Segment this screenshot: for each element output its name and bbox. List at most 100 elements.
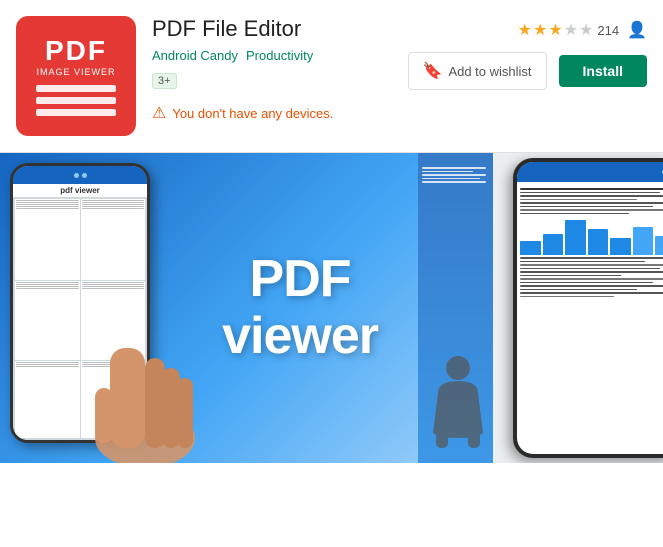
wishlist-button[interactable]: 🔖 Add to wishlist xyxy=(408,52,547,90)
pdf-line xyxy=(82,206,145,207)
pdf-page-5 xyxy=(15,361,80,438)
pdf-line xyxy=(82,208,145,209)
pdf-overlay-line1: PDF xyxy=(222,251,378,308)
app-icon-subtitle: IMAGE VIEWER xyxy=(36,67,115,77)
content-line xyxy=(520,213,629,215)
pdf-line xyxy=(82,204,145,205)
pdf-line xyxy=(16,282,79,283)
content-line xyxy=(520,296,614,298)
app-icon-line-3 xyxy=(36,109,116,116)
content-line xyxy=(422,181,486,183)
person-silhouette-icon xyxy=(428,353,488,453)
screenshot-left[interactable]: pdf viewer xyxy=(0,153,418,463)
stars: ★ ★ ★ ★ ★ xyxy=(518,20,594,40)
bar-3 xyxy=(565,220,586,255)
content-line xyxy=(520,202,663,204)
content-line xyxy=(520,289,637,291)
content-line xyxy=(520,268,660,270)
content-line xyxy=(520,275,621,277)
content-line xyxy=(422,174,486,176)
bar-1 xyxy=(520,241,541,255)
pdf-line xyxy=(16,206,79,207)
content-line xyxy=(520,257,663,259)
phone-top-bar xyxy=(13,166,147,184)
warning-icon: ⚠ xyxy=(152,103,166,123)
left-content-column xyxy=(418,161,490,189)
phone-right-top-bar xyxy=(517,162,663,182)
star-3: ★ xyxy=(548,20,562,40)
star-2: ★ xyxy=(533,20,547,40)
app-info: PDF File Editor Android Candy Productivi… xyxy=(136,16,408,136)
pdf-line xyxy=(16,366,79,367)
warning-row: ⚠ You don't have any devices. xyxy=(152,103,392,123)
content-line xyxy=(520,199,637,201)
rating-section: ★ ★ ★ ★ ★ 214 👤 🔖 Add to wishlist Instal… xyxy=(408,16,647,136)
app-title: PDF File Editor xyxy=(152,16,392,42)
star-1: ★ xyxy=(518,20,532,40)
pdf-line xyxy=(16,202,79,203)
app-category-link[interactable]: Productivity xyxy=(246,48,313,63)
pdf-line xyxy=(16,288,79,289)
pdf-viewer-screen-label: pdf viewer xyxy=(13,184,147,197)
content-line xyxy=(422,178,480,180)
pdf-line xyxy=(16,286,79,287)
hand-icon xyxy=(90,268,200,463)
content-line xyxy=(520,206,653,208)
phone-dot-2 xyxy=(82,173,87,178)
pdf-line xyxy=(16,208,79,209)
content-line xyxy=(520,188,663,190)
pdf-line xyxy=(16,284,79,285)
bar-2 xyxy=(543,234,564,255)
pdf-viewer-text-overlay: PDF viewer xyxy=(222,251,378,365)
pdf-line xyxy=(82,200,145,201)
app-icon-pdf-label: PDF xyxy=(45,37,107,65)
app-icon-lines xyxy=(36,85,116,116)
content-line xyxy=(520,285,663,287)
app-developer-link[interactable]: Android Candy xyxy=(152,48,238,63)
pdf-page-1 xyxy=(15,199,80,280)
action-row: 🔖 Add to wishlist Install xyxy=(408,52,647,90)
bar-7 xyxy=(655,236,663,255)
content-line xyxy=(520,261,645,263)
screenshots-section: pdf viewer xyxy=(0,153,663,463)
content-line xyxy=(520,278,663,280)
app-icon-line-1 xyxy=(36,85,116,92)
warning-text: You don't have any devices. xyxy=(172,106,333,121)
phone-dot-1 xyxy=(74,173,79,178)
content-line xyxy=(520,282,653,284)
content-line xyxy=(422,171,473,173)
phone-right-content xyxy=(517,182,663,303)
wishlist-icon: 🔖 xyxy=(423,61,443,81)
content-line xyxy=(520,264,663,266)
pdf-line xyxy=(16,200,79,201)
stars-row: ★ ★ ★ ★ ★ 214 👤 xyxy=(518,20,647,40)
content-line xyxy=(520,271,663,273)
app-icon-line-2 xyxy=(36,97,116,104)
phone-screen-right xyxy=(517,162,663,454)
star-4: ★ xyxy=(564,20,578,40)
bar-5 xyxy=(610,238,631,256)
app-icon: PDF IMAGE VIEWER xyxy=(16,16,136,136)
pdf-line xyxy=(16,364,79,365)
content-line xyxy=(520,209,663,211)
pdf-page-3 xyxy=(15,281,80,360)
pdf-line xyxy=(16,362,79,363)
rating-count: 214 xyxy=(597,23,619,38)
pdf-line xyxy=(82,202,145,203)
wishlist-label: Add to wishlist xyxy=(448,64,531,79)
content-line xyxy=(520,195,663,197)
star-5: ★ xyxy=(579,20,593,40)
phone-dots xyxy=(74,173,87,178)
screenshot-right[interactable] xyxy=(418,153,663,463)
content-line xyxy=(422,167,486,169)
pdf-line xyxy=(16,204,79,205)
content-line xyxy=(520,192,660,194)
install-button[interactable]: Install xyxy=(559,55,647,87)
mini-bar-chart xyxy=(520,220,663,255)
pdf-overlay-line2: viewer xyxy=(222,308,378,365)
age-rating-badge: 3+ xyxy=(152,73,177,89)
person-icon: 👤 xyxy=(627,20,647,40)
bar-6 xyxy=(633,227,654,255)
phone-mockup-right xyxy=(513,158,663,458)
app-header-section: PDF IMAGE VIEWER PDF File Editor Android… xyxy=(0,0,663,153)
